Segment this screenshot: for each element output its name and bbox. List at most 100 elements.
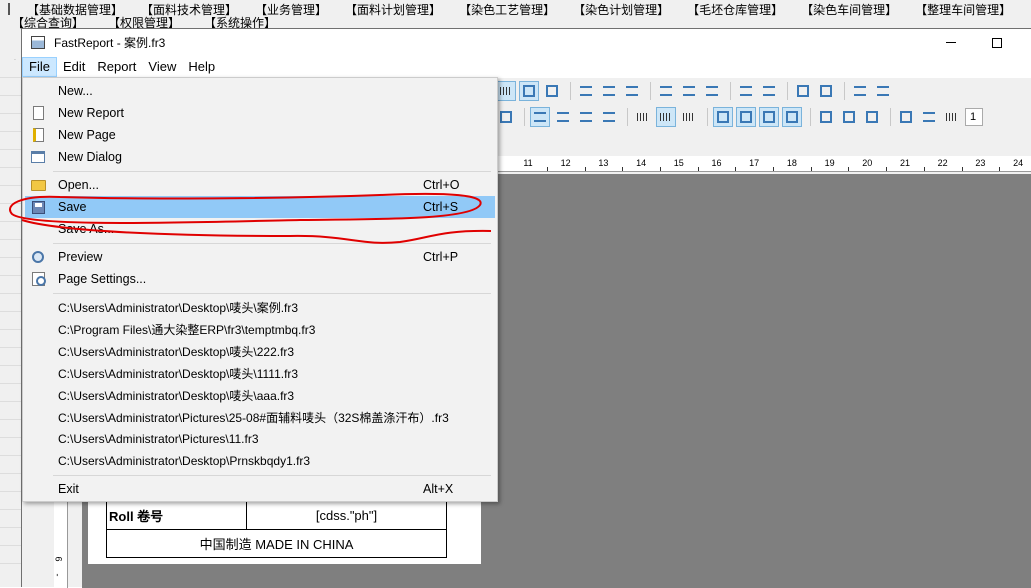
erp-row-marker bbox=[0, 348, 22, 366]
recent-file-item[interactable]: C:\Program Files\通大染整ERP\fr3\temptmbq.fr… bbox=[25, 318, 495, 340]
menu-item-label: Preview bbox=[58, 250, 103, 264]
text-align-right-icon[interactable] bbox=[576, 107, 596, 127]
ruler-tick bbox=[659, 167, 661, 171]
highlight-icon[interactable] bbox=[496, 107, 516, 127]
roll-label-cell[interactable]: Roll 卷号 bbox=[106, 501, 247, 530]
align-middle-icon[interactable] bbox=[679, 81, 699, 101]
menu-item-new-report[interactable]: New Report bbox=[25, 102, 495, 124]
menu-item-new-page[interactable]: New Page bbox=[25, 124, 495, 146]
recent-file-item[interactable]: C:\Users\Administrator\Desktop\唛头\222.fr… bbox=[25, 340, 495, 362]
erp-row-marker bbox=[0, 204, 22, 222]
ruler-label: 19 bbox=[824, 158, 835, 168]
erp-row-marker bbox=[0, 492, 22, 510]
erp-row-marker bbox=[0, 60, 22, 78]
menu-item-label: Page Settings... bbox=[58, 272, 147, 286]
menu-help[interactable]: Help bbox=[182, 57, 221, 77]
menu-report[interactable]: Report bbox=[91, 57, 142, 77]
frame-width-input[interactable]: 1 bbox=[965, 108, 983, 126]
menu-item-save-as[interactable]: Save As... bbox=[25, 218, 495, 240]
minimize-button[interactable] bbox=[928, 29, 974, 56]
space-horizontal-icon[interactable] bbox=[736, 81, 756, 101]
frame-none-icon[interactable] bbox=[839, 107, 859, 127]
recent-file-item[interactable]: C:\Users\Administrator\Desktop\唛头\aaa.fr… bbox=[25, 384, 495, 406]
frame-style-icon[interactable] bbox=[942, 107, 962, 127]
menu-item-new-dialog[interactable]: New Dialog bbox=[25, 146, 495, 168]
erp-menu-greige-warehouse[interactable]: 【毛坯仓库管理】 bbox=[678, 1, 792, 18]
ruler-tick bbox=[622, 167, 624, 171]
menu-item-label: New Report bbox=[58, 106, 124, 120]
erp-row-marker bbox=[0, 168, 22, 186]
erp-app-icon bbox=[8, 3, 10, 15]
center-vertical-icon[interactable] bbox=[816, 81, 836, 101]
menu-item-preview[interactable]: Preview Ctrl+P bbox=[25, 246, 495, 268]
recent-file-item[interactable]: C:\Users\Administrator\Desktop\唛头\案例.fr3 bbox=[25, 296, 495, 318]
ruler-label: 21 bbox=[899, 158, 911, 168]
menu-item-save[interactable]: Save Ctrl+S bbox=[25, 196, 495, 218]
alignment-toolbar bbox=[496, 79, 1031, 103]
erp-menu-dye-workshop[interactable]: 【染色车间管理】 bbox=[792, 1, 906, 18]
menu-item-new[interactable]: New... bbox=[25, 80, 495, 102]
made-in-china-cell[interactable]: 中国制造 MADE IN CHINA bbox=[106, 529, 447, 558]
align-top-icon[interactable] bbox=[656, 81, 676, 101]
maximize-button[interactable] bbox=[974, 29, 1020, 56]
align-right-icon[interactable] bbox=[622, 81, 642, 101]
dialog-icon bbox=[30, 149, 46, 165]
menu-separator bbox=[53, 171, 491, 172]
menu-item-exit[interactable]: Exit Alt+X bbox=[25, 478, 495, 500]
erp-menu-fabric-tech[interactable]: 【面料技术管理】 bbox=[132, 1, 246, 18]
frame-bottom-icon[interactable] bbox=[736, 107, 756, 127]
align-left-icon[interactable] bbox=[576, 81, 596, 101]
roll-value-cell[interactable]: [cdss."ph"] bbox=[246, 501, 447, 530]
align-center-icon[interactable] bbox=[599, 81, 619, 101]
grid-align-icon[interactable] bbox=[542, 81, 562, 101]
erp-menu-fabric-plan[interactable]: 【面料计划管理】 bbox=[336, 1, 450, 18]
fit-grid-icon[interactable] bbox=[519, 81, 539, 101]
erp-menu-dye-plan[interactable]: 【染色计划管理】 bbox=[564, 1, 678, 18]
erp-menu-basic-data[interactable]: 【基础数据管理】 bbox=[18, 1, 132, 18]
frame-top-icon[interactable] bbox=[713, 107, 733, 127]
center-horizontal-icon[interactable] bbox=[793, 81, 813, 101]
fastreport-app-icon bbox=[31, 36, 45, 49]
valign-center-icon[interactable] bbox=[656, 107, 676, 127]
recent-file-item[interactable]: C:\Users\Administrator\Pictures\11.fr3 bbox=[25, 428, 495, 450]
space-vertical-icon[interactable] bbox=[759, 81, 779, 101]
window-title: FastReport - 案例.fr3 bbox=[54, 36, 166, 50]
menu-edit[interactable]: Edit bbox=[57, 57, 91, 77]
erp-menu-inspection[interactable]: 【检验 bbox=[1020, 1, 1031, 18]
recent-file-item[interactable]: C:\Users\Administrator\Pictures\25-08#面辅… bbox=[25, 406, 495, 428]
horizontal-ruler: 11 12 13 14 15 16 17 18 19 20 21 22 23 24 bbox=[496, 156, 1031, 172]
valign-top-icon[interactable] bbox=[633, 107, 653, 127]
valign-bottom-icon[interactable] bbox=[679, 107, 699, 127]
new-page-icon bbox=[30, 127, 46, 143]
fill-color-icon[interactable] bbox=[896, 107, 916, 127]
menu-view[interactable]: View bbox=[142, 57, 182, 77]
menu-item-page-settings[interactable]: Page Settings... bbox=[25, 268, 495, 290]
title-bar[interactable]: FastReport - 案例.fr3 bbox=[22, 29, 1031, 56]
shadow-icon[interactable] bbox=[862, 107, 882, 127]
minimize-icon bbox=[946, 42, 956, 43]
same-width-icon[interactable] bbox=[850, 81, 870, 101]
vruler-label: 6 bbox=[53, 556, 64, 562]
frame-all-icon[interactable] bbox=[816, 107, 836, 127]
menu-item-open[interactable]: Open... Ctrl+O bbox=[25, 174, 495, 196]
text-align-center-icon[interactable] bbox=[553, 107, 573, 127]
frame-color-icon[interactable] bbox=[919, 107, 939, 127]
recent-file-item[interactable]: C:\Users\Administrator\Desktop\唛头\1111.f… bbox=[25, 362, 495, 384]
erp-menu-business[interactable]: 【业务管理】 bbox=[246, 1, 336, 18]
erp-row-marker bbox=[0, 510, 22, 528]
erp-menu-finishing-workshop[interactable]: 【整理车间管理】 bbox=[906, 1, 1020, 18]
text-align-left-icon[interactable] bbox=[530, 107, 550, 127]
frame-right-icon[interactable] bbox=[782, 107, 802, 127]
erp-row-marker bbox=[0, 420, 22, 438]
toolbar-separator bbox=[650, 82, 651, 100]
frame-left-icon[interactable] bbox=[759, 107, 779, 127]
ruler-label: 14 bbox=[636, 158, 647, 168]
menu-file[interactable]: File bbox=[22, 57, 57, 77]
grid-icon[interactable] bbox=[496, 81, 516, 101]
same-height-icon[interactable] bbox=[873, 81, 893, 101]
recent-file-item[interactable]: C:\Users\Administrator\Desktop\Prnskbqdy… bbox=[25, 450, 495, 472]
align-bottom-icon[interactable] bbox=[702, 81, 722, 101]
preview-icon bbox=[30, 249, 46, 265]
text-align-justify-icon[interactable] bbox=[599, 107, 619, 127]
erp-menu-dye-process[interactable]: 【染色工艺管理】 bbox=[450, 1, 564, 18]
